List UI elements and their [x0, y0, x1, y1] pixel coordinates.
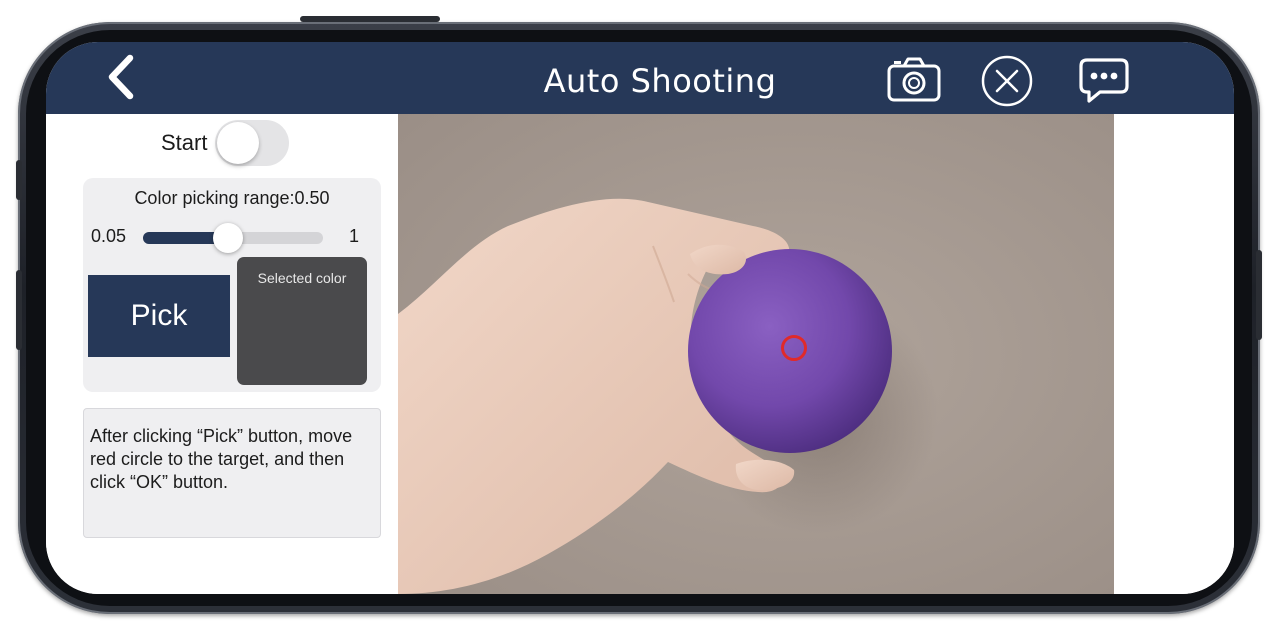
color-range-card: Color picking range:0.50 0.05 1 Pick Sel… — [83, 178, 381, 392]
app-screen: Auto Shooting Start Color picking range:… — [46, 42, 1234, 594]
camera-icon — [887, 57, 941, 102]
color-range-title: Color picking range:0.50 — [134, 188, 330, 208]
pick-button[interactable]: Pick — [88, 275, 230, 357]
slider-max-label: 1 — [348, 226, 359, 246]
selected-color-label: Selected color — [257, 270, 347, 286]
toggle-knob — [217, 122, 260, 164]
right-margin — [1114, 114, 1234, 594]
side-button-right — [1256, 250, 1262, 340]
chat-bubble-icon — [1079, 58, 1129, 103]
camera-photo — [398, 114, 1114, 594]
start-label: Start — [161, 130, 208, 155]
control-panel: Start Color picking range:0.50 0.05 1 Pi… — [46, 114, 398, 594]
close-button[interactable] — [980, 54, 1033, 107]
chat-button[interactable] — [1078, 54, 1130, 106]
start-row: Start — [161, 120, 290, 166]
pick-button-label: Pick — [130, 299, 188, 332]
instructions-box: After clicking “Pick” button, move red c… — [83, 408, 381, 538]
start-toggle[interactable] — [215, 120, 290, 166]
side-button-left — [16, 160, 22, 200]
camera-preview[interactable] — [398, 114, 1114, 594]
selected-color-swatch: Selected color — [237, 257, 367, 385]
side-button-left-lower — [16, 270, 22, 350]
top-button — [300, 16, 440, 22]
slider-thumb[interactable] — [212, 223, 243, 253]
instructions-text: After clicking “Pick” button, move red c… — [90, 426, 353, 492]
top-bar: Auto Shooting — [46, 42, 1234, 114]
camera-button[interactable] — [886, 54, 941, 106]
target-marker[interactable] — [781, 335, 807, 361]
color-range-slider[interactable] — [143, 223, 323, 253]
close-circle-icon — [981, 55, 1033, 107]
page-title: Auto Shooting — [543, 62, 777, 100]
slider-min-label: 0.05 — [91, 226, 127, 246]
